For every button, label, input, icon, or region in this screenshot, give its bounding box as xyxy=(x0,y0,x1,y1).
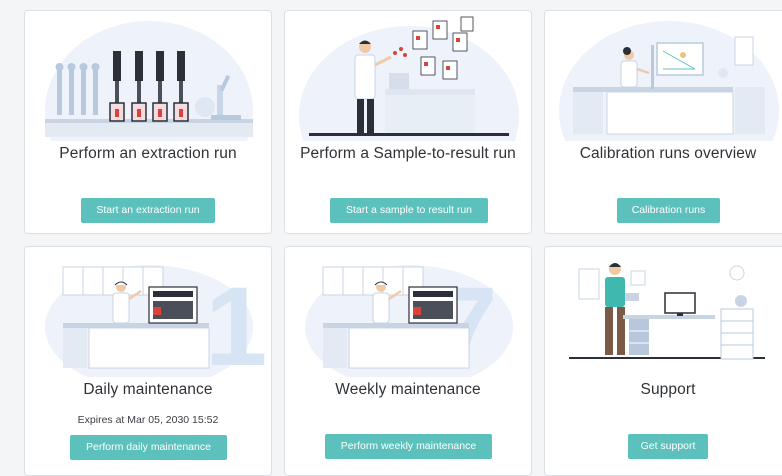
day-digit: 1 xyxy=(205,264,267,377)
start-extraction-run-button[interactable]: Start an extraction run xyxy=(81,198,215,223)
support-illustration xyxy=(545,247,782,377)
extraction-illustration xyxy=(25,11,271,141)
perform-daily-maintenance-button[interactable]: Perform daily maintenance xyxy=(70,435,227,460)
expiry-text: Expires at Mar 05, 2030 15:52 xyxy=(77,414,219,426)
card-title: Weekly maintenance xyxy=(335,381,481,398)
card-support: Support Get support xyxy=(544,246,782,476)
sample-to-result-illustration xyxy=(285,11,531,141)
daily-maintenance-illustration: 1 xyxy=(25,247,271,377)
get-support-button[interactable]: Get support xyxy=(628,434,708,459)
card-extraction-run: Perform an extraction run Start an extra… xyxy=(24,10,272,234)
weekly-maintenance-illustration: 7 xyxy=(285,247,531,377)
card-title: Perform a Sample-to-result run xyxy=(300,145,516,162)
card-title: Calibration runs overview xyxy=(579,145,757,162)
card-title: Daily maintenance xyxy=(83,381,213,398)
start-sample-to-result-run-button[interactable]: Start a sample to result run xyxy=(330,198,488,223)
card-calibration-runs: Calibration runs overview Calibration ru… xyxy=(544,10,782,234)
card-sample-to-result-run: Perform a Sample-to-result run Start a s… xyxy=(284,10,532,234)
calibration-illustration xyxy=(545,11,782,141)
card-daily-maintenance: 1 Daily maintenance Expires at Mar 05, 2… xyxy=(24,246,272,476)
calibration-runs-button[interactable]: Calibration runs xyxy=(617,198,720,223)
perform-weekly-maintenance-button[interactable]: Perform weekly maintenance xyxy=(325,434,492,459)
card-title: Support xyxy=(640,381,696,398)
card-title: Perform an extraction run xyxy=(59,145,237,162)
card-weekly-maintenance: 7 Weekly maintenance Perform weekly main… xyxy=(284,246,532,476)
